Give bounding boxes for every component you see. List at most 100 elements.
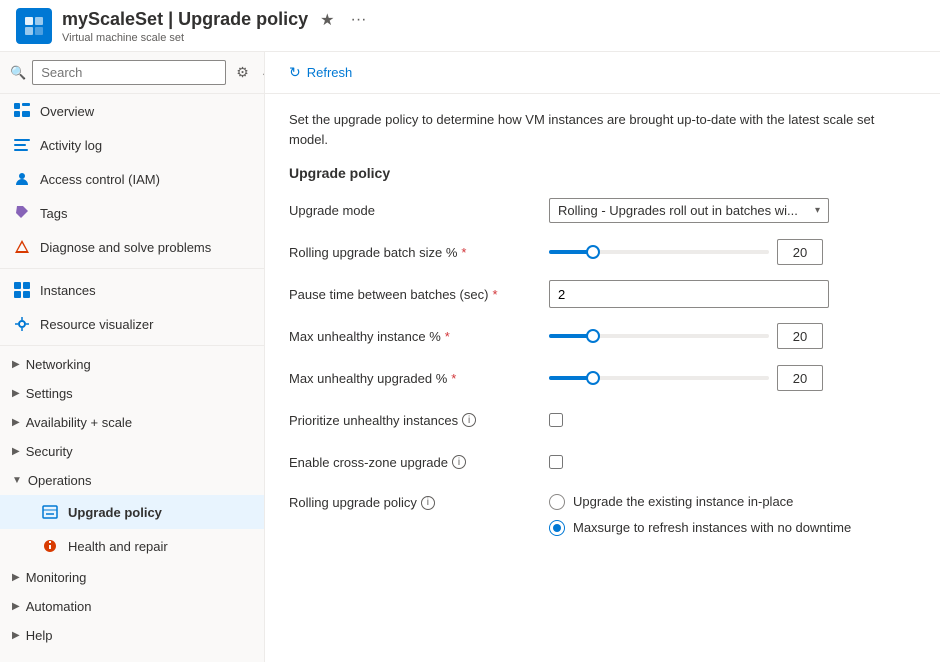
chevron-down-operations: ▼	[12, 475, 22, 486]
prioritize-row: Prioritize unhealthy instances i	[289, 405, 916, 435]
dropdown-arrow-icon: ▾	[815, 205, 820, 216]
cross-zone-label: Enable cross-zone upgrade i	[289, 455, 549, 470]
max-unhealthy-row: Max unhealthy instance % * 20	[289, 321, 916, 351]
sidebar-label-health-repair: Health and repair	[68, 539, 168, 554]
radio-label-inplace: Upgrade the existing instance in-place	[573, 493, 793, 511]
pause-time-label: Pause time between batches (sec) *	[289, 287, 549, 302]
sidebar-item-networking[interactable]: ▶ Networking	[0, 350, 264, 379]
sidebar-nav: Overview Activity log Access control (IA…	[0, 94, 264, 650]
sidebar-label-activity-log: Activity log	[40, 138, 102, 153]
sidebar-label-resource-visualizer: Resource visualizer	[40, 317, 153, 332]
pause-time-control	[549, 280, 916, 308]
search-settings-button[interactable]: ⚙	[232, 62, 253, 83]
rolling-policy-control: Upgrade the existing instance in-place M…	[549, 493, 916, 537]
sidebar-label-operations: Operations	[28, 473, 92, 488]
sidebar-label-automation: Automation	[26, 599, 92, 614]
sidebar: 🔍 ⚙ « Overview Activity log	[0, 52, 265, 662]
sidebar-label-overview: Overview	[40, 104, 94, 119]
required-marker-unhealthy: *	[445, 329, 450, 344]
prioritize-checkbox[interactable]	[549, 413, 563, 427]
upgrade-mode-dropdown[interactable]: Rolling - Upgrades roll out in batches w…	[549, 198, 829, 223]
sidebar-label-help: Help	[26, 628, 53, 643]
required-marker: *	[461, 245, 466, 260]
chevron-right-automation: ▶	[12, 601, 20, 612]
prioritize-info-icon[interactable]: i	[462, 413, 476, 427]
sidebar-item-tags[interactable]: Tags	[0, 196, 264, 230]
dropdown-text: Rolling - Upgrades roll out in batches w…	[558, 203, 815, 218]
refresh-button[interactable]: ↻ Refresh	[281, 60, 360, 85]
max-unhealthy-track	[549, 334, 769, 338]
max-unhealthy-upgraded-slider-container: 20	[549, 365, 916, 391]
refresh-icon: ↻	[289, 64, 301, 81]
cross-zone-control	[549, 455, 916, 469]
chevron-right-networking: ▶	[12, 359, 20, 370]
chevron-right-settings: ▶	[12, 388, 20, 399]
more-button[interactable]: ···	[346, 9, 370, 31]
max-unhealthy-slider-container: 20	[549, 323, 916, 349]
sidebar-item-resource-visualizer[interactable]: Resource visualizer	[0, 307, 264, 341]
max-unhealthy-thumb[interactable]	[586, 329, 600, 343]
max-unhealthy-value[interactable]: 20	[777, 323, 823, 349]
favorite-button[interactable]: ★	[316, 8, 338, 32]
radio-circle-inplace	[549, 494, 565, 510]
sidebar-item-instances[interactable]: Instances	[0, 273, 264, 307]
radio-option-inplace[interactable]: Upgrade the existing instance in-place	[549, 493, 851, 511]
sidebar-item-operations[interactable]: ▼ Operations	[0, 466, 264, 495]
sidebar-label-access-control: Access control (IAM)	[40, 172, 160, 187]
batch-size-row: Rolling upgrade batch size % * 20	[289, 237, 916, 267]
chevron-right-availability: ▶	[12, 417, 20, 428]
search-icon: 🔍	[10, 65, 26, 81]
access-control-icon	[12, 169, 32, 189]
instances-icon	[12, 280, 32, 300]
upgrade-mode-row: Upgrade mode Rolling - Upgrades roll out…	[289, 195, 916, 225]
max-unhealthy-upgraded-control: 20	[549, 365, 916, 391]
sidebar-item-health-repair[interactable]: Health and repair	[0, 529, 264, 563]
radio-option-maxsurge[interactable]: Maxsurge to refresh instances with no do…	[549, 519, 851, 537]
rolling-policy-info-icon[interactable]: i	[421, 496, 435, 510]
sidebar-item-diagnose[interactable]: Diagnose and solve problems	[0, 230, 264, 264]
sidebar-item-security[interactable]: ▶ Security	[0, 437, 264, 466]
sidebar-label-settings: Settings	[26, 386, 73, 401]
search-section: 🔍 ⚙ «	[0, 52, 264, 94]
tags-icon	[12, 203, 32, 223]
sidebar-item-activity-log[interactable]: Activity log	[0, 128, 264, 162]
pause-time-row: Pause time between batches (sec) *	[289, 279, 916, 309]
sidebar-item-upgrade-policy[interactable]: Upgrade policy	[0, 495, 264, 529]
section-title: Upgrade policy	[289, 165, 916, 181]
search-input[interactable]	[32, 60, 226, 85]
max-unhealthy-upgraded-thumb[interactable]	[586, 371, 600, 385]
sidebar-label-tags: Tags	[40, 206, 67, 221]
batch-size-label: Rolling upgrade batch size % *	[289, 245, 549, 260]
header: myScaleSet | Upgrade policy ★ ··· Virtua…	[0, 0, 940, 52]
sidebar-item-overview[interactable]: Overview	[0, 94, 264, 128]
sidebar-item-automation[interactable]: ▶ Automation	[0, 592, 264, 621]
cross-zone-info-icon[interactable]: i	[452, 455, 466, 469]
batch-size-value[interactable]: 20	[777, 239, 823, 265]
content-area: Set the upgrade policy to determine how …	[265, 94, 940, 565]
sidebar-label-networking: Networking	[26, 357, 91, 372]
main-content: ↻ Refresh Set the upgrade policy to dete…	[265, 52, 940, 662]
upgrade-policy-icon	[40, 502, 60, 522]
max-unhealthy-upgraded-value[interactable]: 20	[777, 365, 823, 391]
sidebar-item-settings[interactable]: ▶ Settings	[0, 379, 264, 408]
chevron-right-security: ▶	[12, 446, 20, 457]
batch-size-track	[549, 250, 769, 254]
description: Set the upgrade policy to determine how …	[289, 110, 916, 149]
chevron-right-monitoring: ▶	[12, 572, 20, 583]
header-icon	[16, 8, 52, 44]
rolling-policy-row: Rolling upgrade policy i Upgrade the exi…	[289, 489, 916, 537]
max-unhealthy-upgraded-track	[549, 376, 769, 380]
page-title: myScaleSet | Upgrade policy ★ ···	[62, 8, 924, 32]
sidebar-item-help[interactable]: ▶ Help	[0, 621, 264, 650]
cross-zone-checkbox[interactable]	[549, 455, 563, 469]
sidebar-item-availability[interactable]: ▶ Availability + scale	[0, 408, 264, 437]
sidebar-item-monitoring[interactable]: ▶ Monitoring	[0, 563, 264, 592]
rolling-policy-label: Rolling upgrade policy i	[289, 493, 549, 510]
sidebar-item-access-control[interactable]: Access control (IAM)	[0, 162, 264, 196]
toolbar: ↻ Refresh	[265, 52, 940, 94]
sidebar-label-availability: Availability + scale	[26, 415, 132, 430]
batch-size-thumb[interactable]	[586, 245, 600, 259]
sidebar-label-monitoring: Monitoring	[26, 570, 87, 585]
pause-time-input[interactable]	[549, 280, 829, 308]
resource-visualizer-icon	[12, 314, 32, 334]
